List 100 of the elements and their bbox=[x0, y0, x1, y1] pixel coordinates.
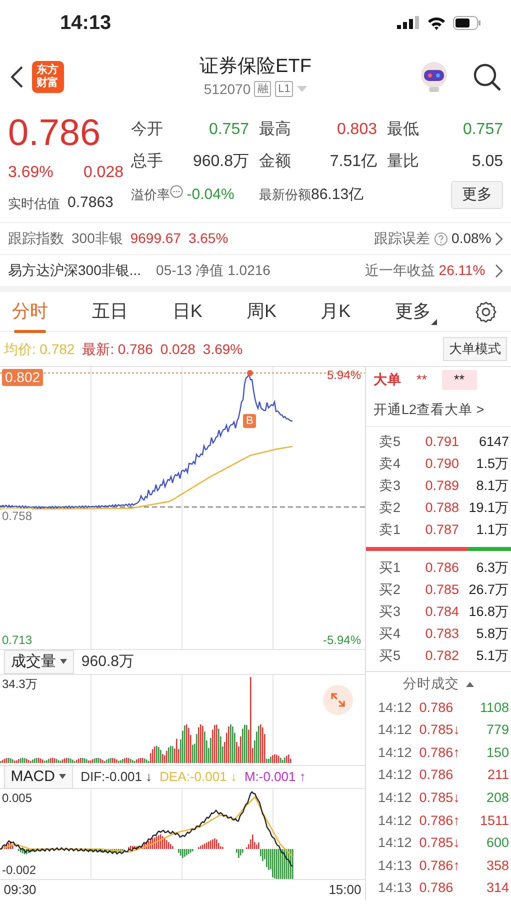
trade-price: 0.786 bbox=[419, 879, 454, 898]
time-label: 15:00 bbox=[328, 881, 362, 899]
trade-price: 0.786 bbox=[419, 766, 454, 784]
order-volume: 5.8万 bbox=[475, 624, 509, 643]
order-price: 0.791 bbox=[424, 432, 459, 451]
trade-volume: 314 bbox=[486, 879, 509, 898]
trade-time: 14:12 bbox=[378, 789, 412, 808]
order-price: 0.787 bbox=[424, 520, 459, 539]
order-volume: 16.8万 bbox=[468, 602, 509, 621]
stat-value: 0.757 bbox=[208, 120, 249, 140]
trade-price: 0.786↑ bbox=[419, 812, 460, 830]
stat-label: 量比 bbox=[387, 152, 419, 172]
time-label: 09:30 bbox=[4, 881, 36, 899]
stat-label: 最高 bbox=[259, 120, 291, 140]
big-order-value: ** bbox=[442, 370, 477, 390]
index-name: 300非银 bbox=[72, 229, 123, 248]
stat-value: 0.803 bbox=[336, 120, 377, 140]
order-level: 卖5 bbox=[379, 432, 402, 451]
order-volume: 26.7万 bbox=[468, 580, 509, 599]
tag: 融 bbox=[254, 81, 272, 97]
stat-value: 0.757 bbox=[462, 120, 503, 140]
order-level: 卖2 bbox=[379, 498, 402, 517]
trade-price: 0.785↓ bbox=[419, 834, 460, 852]
trade-volume: 779 bbox=[486, 721, 509, 740]
macd-min: -0.002 bbox=[2, 863, 36, 877]
order-volume: 8.1万 bbox=[475, 476, 509, 495]
order-level: 卖4 bbox=[379, 454, 402, 473]
trade-price: 0.786 bbox=[419, 698, 454, 717]
big-order-value: ** bbox=[416, 370, 428, 389]
order-volume: 1.1万 bbox=[475, 520, 509, 539]
chart-tab[interactable]: 更多 bbox=[388, 294, 443, 329]
stock-title: 证券保险ETF bbox=[198, 54, 312, 78]
tag: L1 bbox=[275, 81, 294, 97]
chart-tab[interactable]: 月K bbox=[314, 294, 357, 329]
order-volume: 6147 bbox=[478, 432, 509, 451]
tracking-error-value: 0.08% bbox=[452, 229, 492, 248]
change-amount: 0.028 bbox=[83, 162, 124, 182]
last-price: 0.786 bbox=[8, 113, 102, 153]
premium-label: 溢价率 bbox=[131, 186, 170, 204]
dea-value: DEA:-0.001 ↓ bbox=[160, 768, 237, 786]
axis-min-price: 0.713 bbox=[2, 633, 32, 647]
trade-time: 14:13 bbox=[378, 879, 412, 898]
volume-total: 960.8万 bbox=[81, 652, 134, 672]
trade-price: 0.785↓ bbox=[419, 789, 460, 808]
big-order-mode-button[interactable]: 大单模式 bbox=[443, 337, 507, 361]
trade-volume: 358 bbox=[486, 856, 509, 875]
order-volume: 19.1万 bbox=[468, 498, 509, 517]
stat-label: 最低 bbox=[387, 120, 419, 140]
fund-nav: 05-13 净值 1.0216 bbox=[156, 261, 270, 280]
stat-label: 今开 bbox=[131, 120, 163, 140]
trade-price: 0.785↓ bbox=[419, 721, 460, 740]
axis-max-price: 0.802 bbox=[2, 369, 44, 386]
order-level: 买2 bbox=[379, 580, 402, 599]
trade-price: 0.786↑ bbox=[419, 744, 460, 762]
order-level: 卖3 bbox=[379, 476, 402, 495]
latest-percent: 3.69% bbox=[202, 340, 243, 358]
order-price: 0.786 bbox=[424, 558, 459, 577]
shares-label: 最新份额 bbox=[259, 186, 311, 204]
latest-label: 最新: bbox=[82, 340, 114, 358]
stat-value: 7.51亿 bbox=[330, 152, 377, 172]
big-order-label: 大单 bbox=[374, 370, 402, 389]
chart-tab[interactable]: 五日 bbox=[86, 294, 134, 329]
order-price: 0.788 bbox=[424, 498, 459, 517]
volume-max: 34.3万 bbox=[2, 677, 38, 691]
macd-value: M:-0.001 ↑ bbox=[244, 768, 306, 786]
order-level: 买1 bbox=[379, 558, 402, 577]
trade-volume: 600 bbox=[486, 834, 509, 852]
change-percent: 3.69% bbox=[8, 162, 54, 182]
order-volume: 5.1万 bbox=[475, 646, 509, 665]
shares-value: 86.13亿 bbox=[311, 184, 364, 205]
trade-time: 14:13 bbox=[378, 856, 412, 875]
fund-name: 易方达沪深300非银... bbox=[8, 261, 142, 280]
indicator-selector[interactable]: MACD bbox=[4, 764, 74, 790]
return-label: 近一年收益 bbox=[365, 261, 436, 280]
order-level: 买4 bbox=[379, 624, 402, 643]
order-price: 0.789 bbox=[424, 476, 459, 495]
trade-time: 14:12 bbox=[378, 812, 412, 830]
premium-value: -0.04% bbox=[186, 184, 234, 205]
index-value: 9699.67 bbox=[130, 229, 181, 248]
l2-link[interactable]: 开通L2查看大单 > bbox=[366, 393, 511, 427]
chart-tab[interactable]: 周K bbox=[240, 294, 282, 329]
trade-time: 14:12 bbox=[378, 744, 412, 762]
trade-time: 14:12 bbox=[378, 721, 412, 740]
trade-price: 0.786↑ bbox=[419, 856, 460, 875]
trades-title: 分时成交 bbox=[402, 674, 459, 693]
status-time: 14:13 bbox=[60, 10, 112, 36]
trade-time: 14:12 bbox=[378, 834, 412, 852]
order-level: 买5 bbox=[379, 646, 402, 665]
indicator-selector[interactable]: 成交量 bbox=[4, 650, 74, 674]
order-volume: 6.3万 bbox=[475, 558, 509, 577]
order-price: 0.783 bbox=[424, 624, 459, 643]
chart-tab[interactable]: 日K bbox=[166, 294, 208, 329]
index-change: 3.65% bbox=[188, 229, 228, 248]
axis-reference-price: 0.758 bbox=[2, 509, 32, 523]
order-price: 0.782 bbox=[424, 646, 459, 665]
estimate-label: 实时估值 bbox=[8, 194, 60, 212]
average-price: 0.782 bbox=[40, 340, 75, 358]
order-price: 0.785 bbox=[424, 580, 459, 599]
buy-marker: B bbox=[243, 414, 256, 428]
more-button[interactable]: 更多 bbox=[451, 180, 503, 210]
